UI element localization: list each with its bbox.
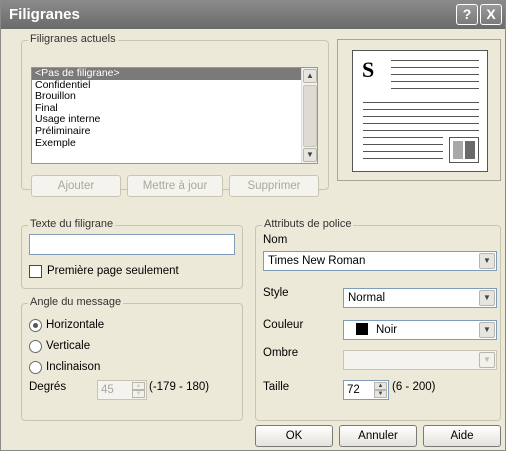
- chevron-down-icon[interactable]: ▼: [479, 352, 495, 368]
- delete-button[interactable]: Supprimer: [229, 175, 319, 197]
- tilt-radio[interactable]: [29, 361, 42, 374]
- watermark-list[interactable]: <Pas de filigrane> Confidentiel Brouillon F…: [31, 67, 318, 164]
- dialog-title: Filigranes: [9, 6, 80, 23]
- degrees-label: Degrés: [29, 381, 67, 393]
- style-value: Normal: [348, 292, 386, 304]
- first-page-only-label: Première page seulement: [47, 265, 179, 277]
- close-icon[interactable]: X: [480, 4, 502, 25]
- degrees-spinner[interactable]: 45 ▲ ▼: [97, 380, 147, 400]
- list-scrollbar[interactable]: ▲ ▼: [301, 68, 317, 163]
- font-name-value: Times New Roman: [268, 255, 366, 267]
- title-bar: Filigranes ? X: [1, 1, 505, 29]
- chevron-down-icon[interactable]: ▼: [479, 290, 495, 306]
- shadow-label: Ombre: [263, 347, 299, 359]
- watermark-text-input[interactable]: [29, 234, 235, 255]
- degrees-up-icon[interactable]: ▲: [132, 382, 145, 390]
- chevron-down-icon[interactable]: ▼: [479, 253, 495, 269]
- watermark-preview: S: [337, 39, 501, 181]
- list-item[interactable]: Préliminaire: [32, 125, 317, 138]
- scroll-down-icon[interactable]: ▼: [303, 148, 317, 162]
- scroll-up-icon[interactable]: ▲: [303, 69, 317, 83]
- chevron-down-icon[interactable]: ▼: [479, 322, 495, 338]
- degrees-range: (-179 - 180): [149, 381, 210, 393]
- watermark-text-legend: Texte du filigrane: [28, 218, 116, 230]
- size-down-icon[interactable]: ▼: [374, 390, 387, 398]
- help-button[interactable]: Aide: [423, 425, 501, 447]
- size-range: (6 - 200): [392, 381, 436, 393]
- color-select[interactable]: Noir ▼: [343, 320, 497, 340]
- color-swatch: [356, 322, 368, 335]
- shadow-select[interactable]: ▼: [343, 350, 497, 370]
- style-label: Style: [263, 287, 289, 299]
- degrees-value: 45: [101, 384, 114, 396]
- list-item[interactable]: Brouillon: [32, 91, 317, 103]
- current-watermarks-legend: Filigranes actuels: [28, 33, 118, 45]
- tilt-label: Inclinaison: [46, 361, 101, 373]
- list-item[interactable]: Exemple: [32, 137, 317, 150]
- watermarks-dialog: Filigranes ? X Filigranes actuels <Pas d…: [0, 0, 506, 451]
- update-button[interactable]: Mettre à jour: [127, 175, 223, 197]
- message-angle-legend: Angle du message: [28, 296, 124, 308]
- preview-letter: S: [362, 57, 375, 82]
- vertical-label: Verticale: [46, 340, 91, 352]
- preview-image-icon: [449, 137, 479, 163]
- ok-button[interactable]: OK: [255, 425, 333, 447]
- color-value: Noir: [376, 324, 398, 336]
- scroll-thumb[interactable]: [303, 85, 317, 147]
- size-up-icon[interactable]: ▲: [374, 382, 387, 390]
- vertical-radio[interactable]: [29, 340, 42, 353]
- degrees-down-icon[interactable]: ▼: [132, 390, 145, 398]
- color-label: Couleur: [263, 319, 304, 331]
- size-value: 72: [347, 384, 360, 396]
- horizontal-label: Horizontale: [46, 319, 105, 331]
- cancel-button[interactable]: Annuler: [339, 425, 417, 447]
- font-attributes-legend: Attributs de police: [262, 218, 354, 230]
- size-spinner[interactable]: 72 ▲ ▼: [343, 380, 389, 400]
- size-label: Taille: [263, 381, 290, 393]
- horizontal-radio[interactable]: [29, 319, 42, 332]
- font-name-select[interactable]: Times New Roman ▼: [263, 251, 497, 271]
- add-button[interactable]: Ajouter: [31, 175, 121, 197]
- font-name-label: Nom: [263, 234, 288, 246]
- first-page-only-checkbox[interactable]: [29, 265, 42, 278]
- preview-page: S: [352, 50, 488, 172]
- style-select[interactable]: Normal ▼: [343, 288, 497, 308]
- help-icon[interactable]: ?: [456, 4, 478, 25]
- list-item[interactable]: <Pas de filigrane>: [32, 68, 317, 80]
